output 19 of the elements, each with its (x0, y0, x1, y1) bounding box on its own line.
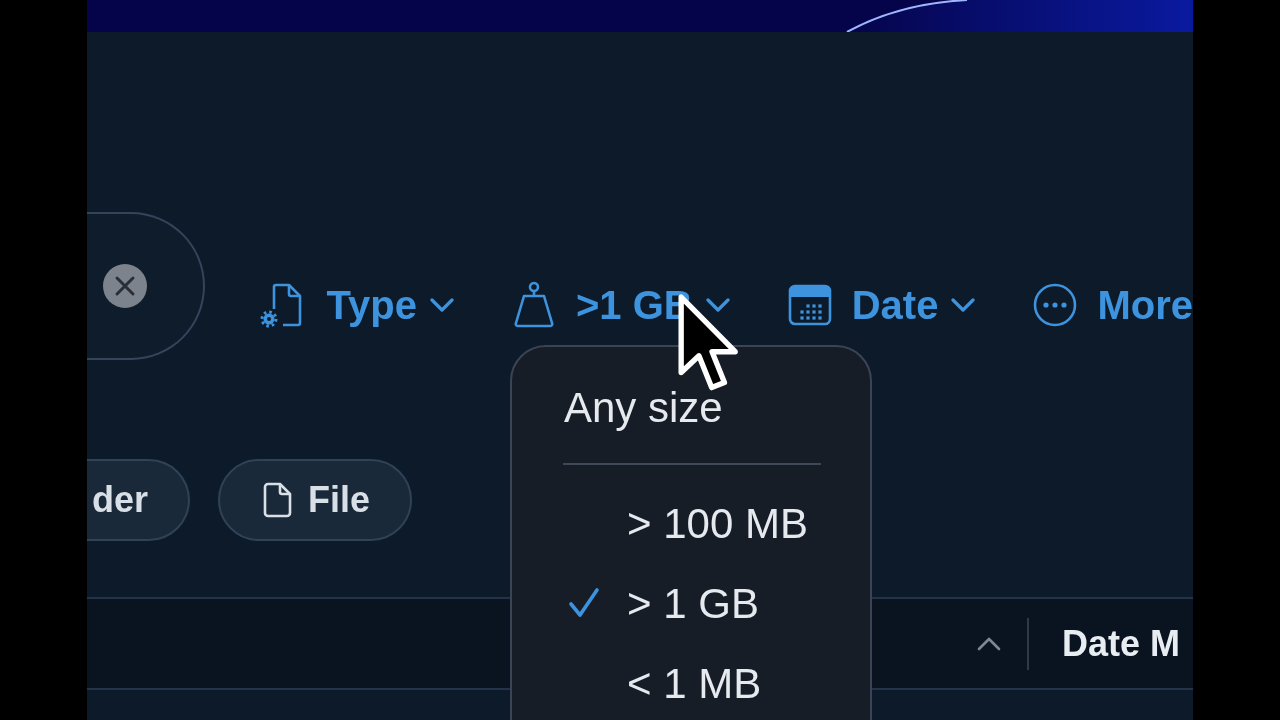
menu-item[interactable]: < 1 MB (512, 643, 870, 720)
clear-icon[interactable] (103, 264, 147, 308)
filter-button[interactable]: More (1033, 281, 1193, 329)
column-header[interactable]: Date M (1062, 616, 1181, 671)
menu-item[interactable]: > 100 MB (512, 483, 870, 563)
calendar-icon (787, 284, 832, 326)
ellipsis-circle-icon (1033, 283, 1078, 327)
caret-icon (705, 298, 730, 312)
caret-icon (430, 298, 454, 312)
caret-icon (951, 298, 976, 312)
weight-icon (512, 281, 556, 329)
search-field[interactable] (87, 212, 205, 360)
filter-button[interactable]: Type (258, 281, 454, 329)
filter-chip[interactable]: File (218, 459, 412, 541)
menu-item[interactable]: > 1 GB (512, 563, 870, 643)
menu-item[interactable]: Any size (512, 375, 870, 439)
file-icon (262, 482, 292, 518)
filter-button[interactable]: Date (787, 281, 976, 329)
filter-chip[interactable]: der (87, 459, 190, 541)
